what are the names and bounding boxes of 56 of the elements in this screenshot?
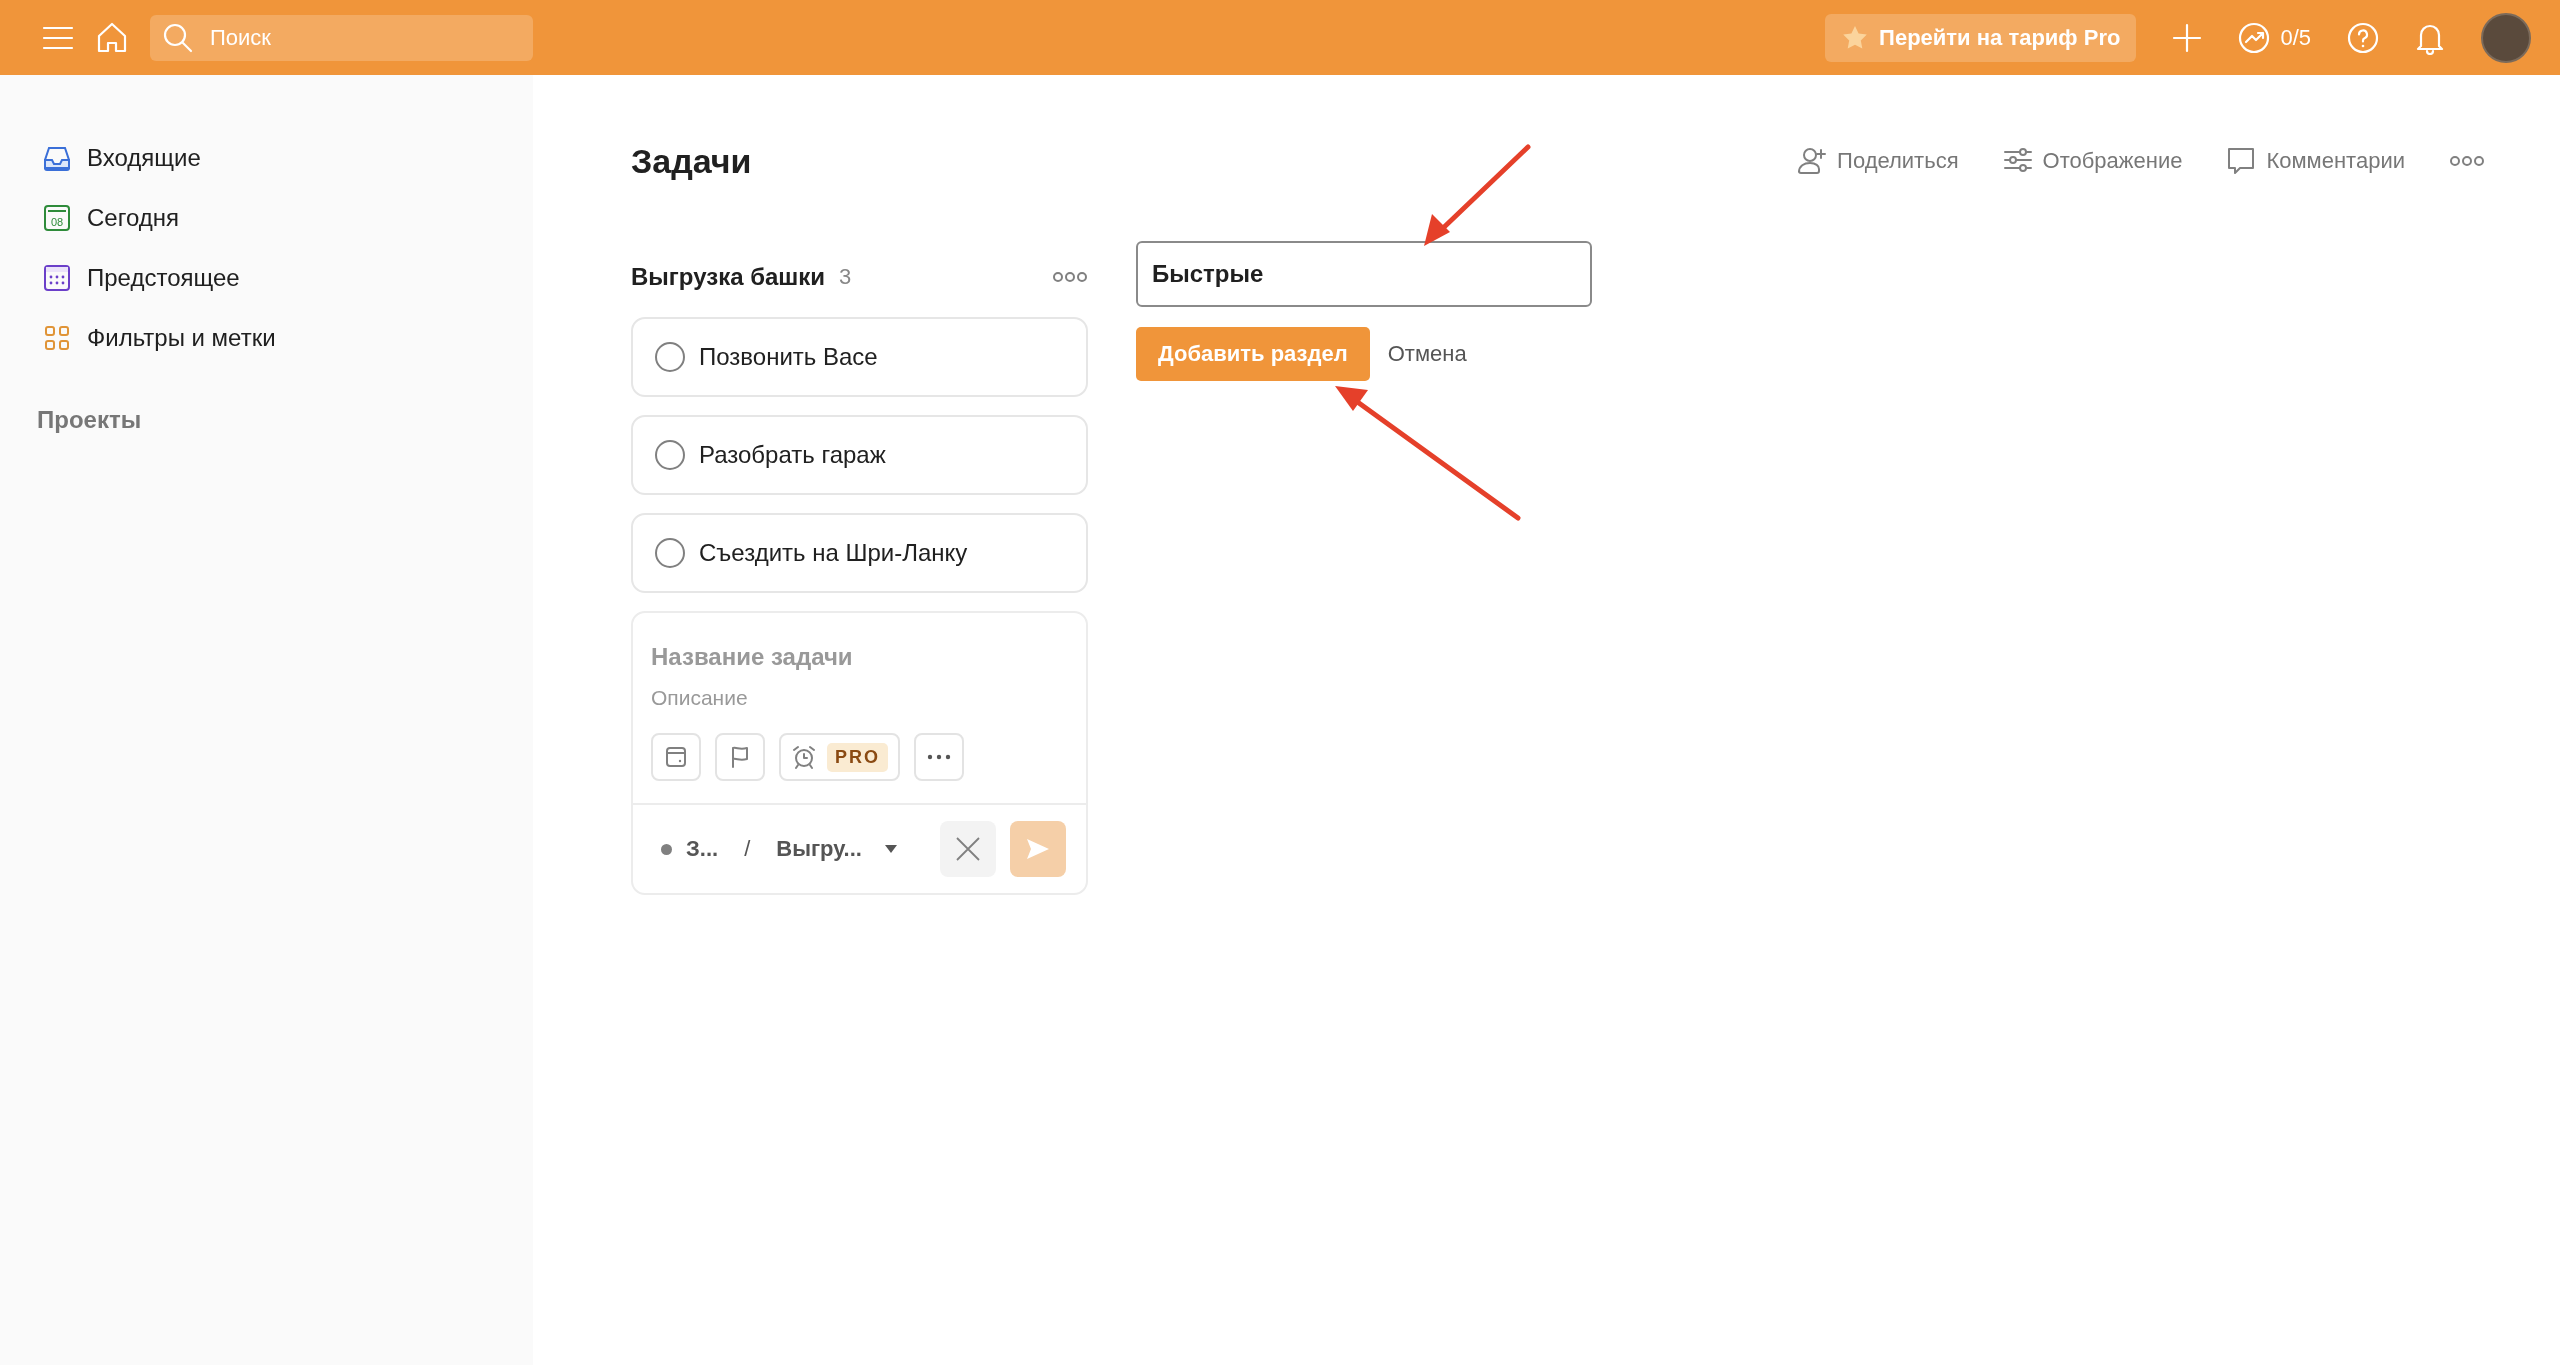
sidebar-item[interactable]: Входящие bbox=[37, 128, 533, 188]
comments-button[interactable]: Комментарии bbox=[2226, 146, 2405, 176]
pro-badge: PRO bbox=[827, 742, 888, 772]
reminder-button[interactable]: PRO bbox=[779, 733, 900, 781]
menu-icon bbox=[42, 24, 74, 51]
cancel-button[interactable] bbox=[940, 821, 996, 877]
calendar-icon bbox=[43, 264, 71, 292]
task-count: 3 bbox=[839, 264, 852, 290]
more-icon bbox=[1052, 271, 1088, 283]
send-icon bbox=[1025, 837, 1051, 861]
search-icon bbox=[162, 21, 194, 54]
trend-icon bbox=[2238, 21, 2271, 54]
sidebar-item[interactable]: Фильтры и метки bbox=[37, 308, 533, 368]
grid-icon bbox=[43, 324, 71, 352]
comment-icon bbox=[2226, 146, 2257, 176]
caret-icon bbox=[883, 844, 898, 854]
task-checkbox[interactable] bbox=[655, 538, 685, 568]
avatar[interactable] bbox=[2481, 12, 2531, 63]
section-title: Выгрузка башки bbox=[631, 263, 826, 291]
home-icon bbox=[96, 21, 128, 54]
sidebar-item[interactable]: Предстоящее bbox=[37, 248, 533, 308]
menu-button[interactable] bbox=[42, 24, 74, 51]
project-selector[interactable]: З... / Выгру... bbox=[661, 836, 898, 862]
priority-button[interactable] bbox=[715, 733, 765, 781]
task-title: Позвонить Васе bbox=[699, 343, 878, 371]
more-button[interactable] bbox=[2449, 155, 2485, 167]
page-title: Задачи bbox=[631, 141, 752, 181]
task-checkbox[interactable] bbox=[655, 440, 685, 470]
inbox-icon bbox=[43, 144, 71, 172]
task-card[interactable]: Разобрать гараж bbox=[631, 415, 1088, 495]
date-button[interactable] bbox=[651, 733, 701, 781]
view-button[interactable]: Отображение bbox=[2002, 146, 2183, 176]
task-card[interactable]: Съездить на Шри-Ланку bbox=[631, 513, 1088, 593]
alarm-clock-icon bbox=[791, 744, 817, 770]
task-title: Разобрать гараж bbox=[699, 441, 886, 469]
dot-icon bbox=[661, 843, 672, 855]
section-name-field[interactable]: Быстрые bbox=[1136, 241, 1592, 307]
add-button[interactable] bbox=[2172, 22, 2203, 53]
more-icon bbox=[2449, 155, 2485, 167]
task-checkbox[interactable] bbox=[655, 342, 685, 372]
calendar-icon: 08 bbox=[43, 204, 71, 232]
task-card[interactable]: Позвонить Васе bbox=[631, 317, 1088, 397]
calendar-icon bbox=[664, 745, 688, 769]
cancel-button[interactable]: Отмена bbox=[1387, 341, 1467, 367]
plus-icon bbox=[2172, 22, 2203, 53]
section-menu-button[interactable] bbox=[1052, 271, 1088, 283]
help-icon bbox=[2347, 21, 2379, 54]
sidebar-item[interactable]: 08 Сегодня bbox=[37, 188, 533, 248]
home-button[interactable] bbox=[96, 21, 128, 54]
person-add-icon bbox=[1797, 146, 1828, 176]
section-heading: Проекты bbox=[37, 406, 143, 434]
help-button[interactable] bbox=[2347, 21, 2379, 54]
more-icon bbox=[926, 753, 952, 761]
task-title: Съездить на Шри-Ланку bbox=[699, 539, 968, 567]
close-icon bbox=[955, 836, 981, 862]
share-button[interactable]: Поделиться bbox=[1797, 146, 1959, 176]
